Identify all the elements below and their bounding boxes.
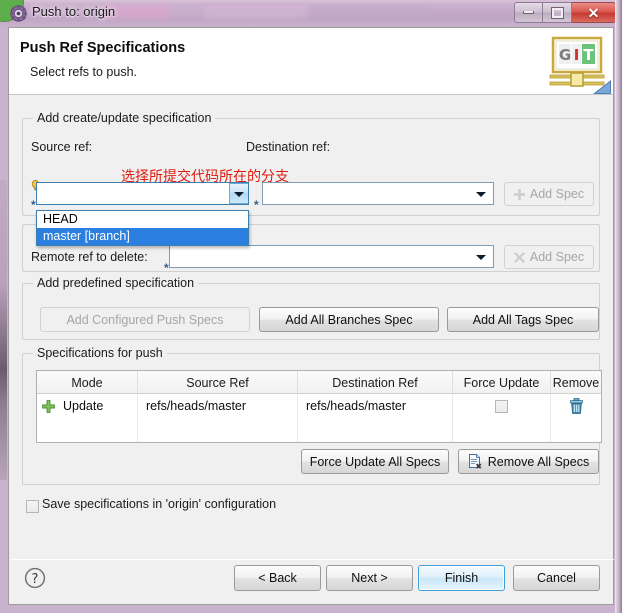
close-icon: ✕ [587, 4, 600, 21]
source-ref-label: Source ref: [31, 140, 93, 154]
add-all-branches-spec-button[interactable]: Add All Branches Spec [259, 307, 439, 332]
next-button-label: Next > [351, 571, 388, 585]
corner-triangle-icon [593, 80, 611, 94]
maximize-button[interactable] [543, 2, 572, 23]
git-push-gear-icon [10, 5, 27, 22]
footer-separator [10, 559, 614, 560]
svg-text:?: ? [32, 572, 39, 587]
column-header-force-update: Force Update [453, 371, 551, 394]
minimize-button[interactable] [514, 2, 543, 23]
cell-remove[interactable] [551, 394, 601, 418]
specs-for-push-group-label: Specifications for push [33, 346, 167, 360]
page-title: Push Ref Specifications [20, 40, 186, 56]
next-button[interactable]: Next > [326, 565, 413, 591]
svg-text:T: T [583, 46, 594, 64]
force-update-all-specs-label: Force Update All Specs [309, 454, 441, 469]
column-header-destination-ref: Destination Ref [298, 371, 453, 394]
cell-force-update[interactable] [453, 394, 551, 418]
remote-ref-required-star: * [164, 261, 169, 275]
window-controls: ✕ [514, 2, 616, 23]
create-update-group-label: Add create/update specification [33, 111, 216, 125]
minimize-icon [523, 11, 534, 14]
back-button-label: < Back [258, 571, 297, 585]
remove-all-specs-button[interactable]: Remove All Specs [458, 449, 599, 474]
remove-all-specs-label: Remove All Specs [487, 454, 590, 469]
cell-empty [138, 418, 298, 442]
source-ref-combo-arrow-button[interactable] [229, 183, 248, 204]
add-spec-delete-label: Add Spec [529, 250, 585, 264]
force-update-all-specs-button[interactable]: Force Update All Specs [301, 449, 449, 474]
specs-table-header: Mode Source Ref Destination Ref Force Up… [37, 371, 601, 394]
svg-text:G: G [559, 46, 571, 64]
cell-source-ref: refs/heads/master [138, 394, 298, 418]
add-all-tags-spec-label: Add All Tags Spec [472, 312, 574, 327]
force-update-checkbox[interactable] [495, 399, 508, 413]
dialog-client-area: Push Ref Specifications Select refs to p… [8, 27, 614, 605]
save-specifications-checkbox[interactable] [26, 500, 39, 513]
destination-ref-combo[interactable] [262, 182, 494, 205]
source-ref-dropdown-list[interactable]: HEAD master [branch] [36, 210, 249, 246]
dialog-window: Push to: origin ✕ Push Ref Specification… [0, 0, 622, 613]
remote-ref-delete-combo[interactable] [169, 245, 494, 268]
cancel-button-label: Cancel [537, 571, 576, 585]
cell-mode-label: Update [63, 399, 104, 413]
window-border-left-shadow [0, 180, 7, 480]
annotation-text: 选择所提交代码所在的分支 [121, 169, 289, 185]
cell-destination-ref: refs/heads/master [298, 394, 453, 418]
add-spec-create-button[interactable]: Add Spec [504, 182, 594, 206]
cell-mode: Update [37, 394, 138, 418]
green-plus-icon [42, 399, 55, 413]
add-spec-create-label: Add Spec [529, 187, 585, 201]
cancel-button[interactable]: Cancel [513, 565, 600, 591]
add-configured-push-specs-label: Add Configured Push Specs [66, 312, 224, 327]
dropdown-option-head[interactable]: HEAD [37, 211, 248, 228]
window-border-bottom [0, 606, 622, 613]
source-ref-required-star: * [31, 198, 36, 212]
title-bar[interactable]: Push to: origin ✕ [0, 0, 622, 27]
remote-ref-delete-label: Remote ref to delete: [31, 250, 148, 264]
document-remove-icon [468, 454, 483, 469]
maximize-icon [551, 7, 563, 18]
column-header-mode: Mode [37, 371, 138, 394]
add-spec-delete-button[interactable]: Add Spec [504, 245, 594, 269]
chevron-down-icon [476, 192, 486, 197]
page-subtitle: Select refs to push. [30, 65, 138, 79]
chevron-down-icon [476, 255, 486, 260]
cell-empty [298, 418, 453, 442]
back-button[interactable]: < Back [234, 565, 321, 591]
dropdown-option-master[interactable]: master [branch] [37, 228, 248, 245]
add-all-branches-spec-label: Add All Branches Spec [285, 312, 413, 327]
wizard-header: Push Ref Specifications Select refs to p… [9, 28, 613, 95]
close-button[interactable]: ✕ [572, 2, 616, 23]
column-header-remove: Remove [552, 375, 600, 390]
chevron-down-icon [234, 192, 244, 197]
window-border-right [615, 0, 622, 613]
save-specifications-label: Save specifications in 'origin' configur… [42, 497, 277, 511]
svg-text:I: I [574, 46, 580, 64]
add-all-tags-spec-button[interactable]: Add All Tags Spec [447, 307, 599, 332]
cell-empty [551, 418, 601, 442]
add-configured-push-specs-button[interactable]: Add Configured Push Specs [40, 307, 250, 332]
finish-button-label: Finish [444, 571, 479, 585]
predefined-group-label: Add predefined specification [33, 276, 199, 290]
destination-ref-required-star: * [254, 198, 259, 212]
destination-ref-label: Destination ref: [246, 140, 331, 154]
plus-icon [513, 188, 525, 200]
table-row-empty [37, 418, 601, 442]
specs-table[interactable]: Mode Source Ref Destination Ref Force Up… [36, 370, 602, 443]
cell-empty [453, 418, 551, 442]
window-title: Push to: origin [32, 4, 116, 19]
cell-empty [37, 418, 138, 442]
help-question-icon[interactable]: ? [24, 567, 46, 589]
trash-icon[interactable] [569, 398, 584, 414]
titlebar-smudge [205, 5, 310, 18]
x-icon [513, 251, 525, 263]
titlebar-smudge [310, 6, 430, 18]
column-header-source-ref: Source Ref [138, 371, 298, 394]
finish-button[interactable]: Finish [418, 565, 505, 591]
table-row[interactable]: Update refs/heads/master refs/heads/mast… [37, 394, 601, 418]
